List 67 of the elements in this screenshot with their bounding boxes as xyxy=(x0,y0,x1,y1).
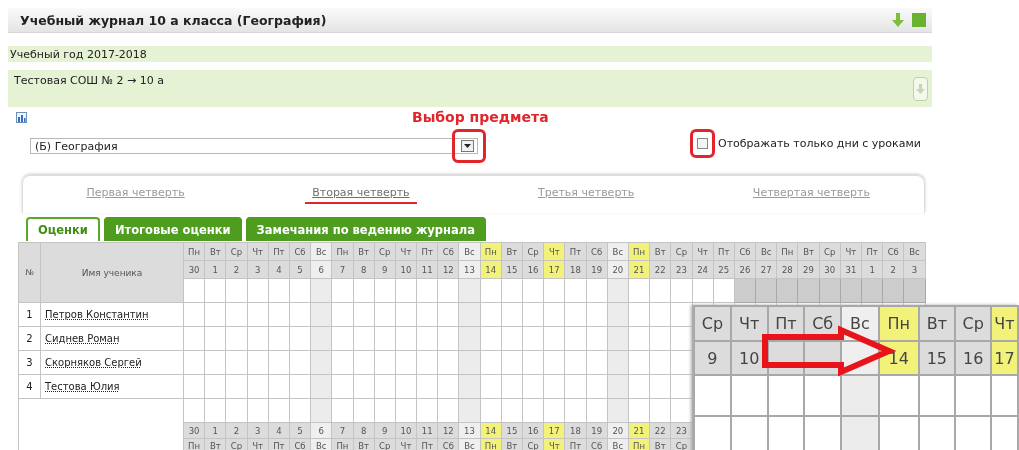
weekday-cell: Ср xyxy=(522,242,544,261)
annotation-label: Выбор предмета xyxy=(412,109,549,125)
weekday-cell: Вт xyxy=(649,242,671,261)
weekday-cell: Пт xyxy=(713,242,735,261)
bar-chart-icon[interactable] xyxy=(16,112,27,126)
weekday-cell: Вс xyxy=(607,242,629,261)
weekday-cell: Ср xyxy=(955,306,992,341)
quarter-link[interactable]: Вторая четверть xyxy=(312,186,410,199)
checkbox-label: Отображать только дни с уроками xyxy=(718,137,921,150)
weekday-cell: Вт xyxy=(353,242,375,261)
weekday-cell: Вт xyxy=(204,242,226,261)
weekday-cell: Вт xyxy=(501,242,523,261)
dropdown-button[interactable] xyxy=(461,140,474,152)
weekday-cell: Пт xyxy=(416,242,438,261)
quarter-link[interactable]: Четвертая четверть xyxy=(752,186,870,199)
row-number: 1 xyxy=(18,302,41,327)
weekday-cell: Сб xyxy=(882,242,904,261)
weekday-cell: Сб xyxy=(437,242,459,261)
tab[interactable]: Итоговые оценки xyxy=(103,217,242,241)
weekday-cell: Вт xyxy=(797,242,820,261)
weekday-cell: Пн xyxy=(878,306,919,341)
column-header: № xyxy=(18,242,41,303)
weekday-cell: Ср xyxy=(374,242,396,261)
weekday-cell: Сб xyxy=(289,242,311,261)
row-number: 2 xyxy=(18,326,41,351)
date-cell: 9 xyxy=(694,341,731,375)
weekday-cell: Чт xyxy=(543,242,565,261)
school-year-label: Учебный год 2017-2018 xyxy=(8,46,932,62)
tab[interactable]: Оценки xyxy=(26,217,100,241)
weekday-cell: Пн xyxy=(628,242,650,261)
row-number: 4 xyxy=(18,374,41,399)
caret-down-icon xyxy=(464,144,471,148)
weekday-cell: Вс xyxy=(458,242,481,261)
weekday-cell: Ср xyxy=(694,306,731,341)
row-number: 3 xyxy=(18,350,41,375)
quarter-link[interactable]: Первая четверть xyxy=(86,186,185,199)
checkbox[interactable] xyxy=(697,138,708,149)
weekday-cell: Сб xyxy=(586,242,608,261)
arrow-down-icon xyxy=(916,84,925,94)
weekday-cell: Пн xyxy=(183,242,205,261)
class-path: Тестовая СОШ № 2 → 10 а xyxy=(14,74,165,87)
weekday-cell: Пт xyxy=(268,242,290,261)
tab[interactable]: Замечания по ведению журнала xyxy=(245,217,486,241)
column-header: Имя ученика xyxy=(40,242,184,303)
weekday-cell: Ср xyxy=(225,242,248,261)
weekday-cell: Пн xyxy=(331,242,353,261)
download-icon[interactable] xyxy=(892,13,904,27)
quarter-link[interactable]: Третья четверть xyxy=(538,186,635,199)
weekday-cell: Ср xyxy=(819,242,841,261)
weekday-cell: Пн xyxy=(480,242,502,261)
subject-select[interactable]: (Б) География xyxy=(30,138,478,154)
weekday-cell: Чт xyxy=(247,242,269,261)
weekday-cell: Пн xyxy=(776,242,798,261)
weekday-cell: Пт xyxy=(564,242,587,261)
weekday-cell: Чт xyxy=(692,242,714,261)
weekday-cell: Вс xyxy=(755,242,777,261)
weekday-cell: Чт xyxy=(991,306,1018,341)
weekday-cell: Чт xyxy=(730,306,768,341)
weekday-cell: Сб xyxy=(734,242,756,261)
weekday-cell: Пт xyxy=(861,242,883,261)
weekday-cell: Чт xyxy=(840,242,862,261)
window-title: Учебный журнал 10 а класса (География) xyxy=(20,12,328,28)
weekday-cell: Вт xyxy=(918,306,956,341)
weekday-cell: Чт xyxy=(395,242,417,261)
weekday-cell: Вс xyxy=(903,242,926,261)
weekday-cell: Вс xyxy=(310,242,332,261)
weekday-cell: Ср xyxy=(670,242,692,261)
